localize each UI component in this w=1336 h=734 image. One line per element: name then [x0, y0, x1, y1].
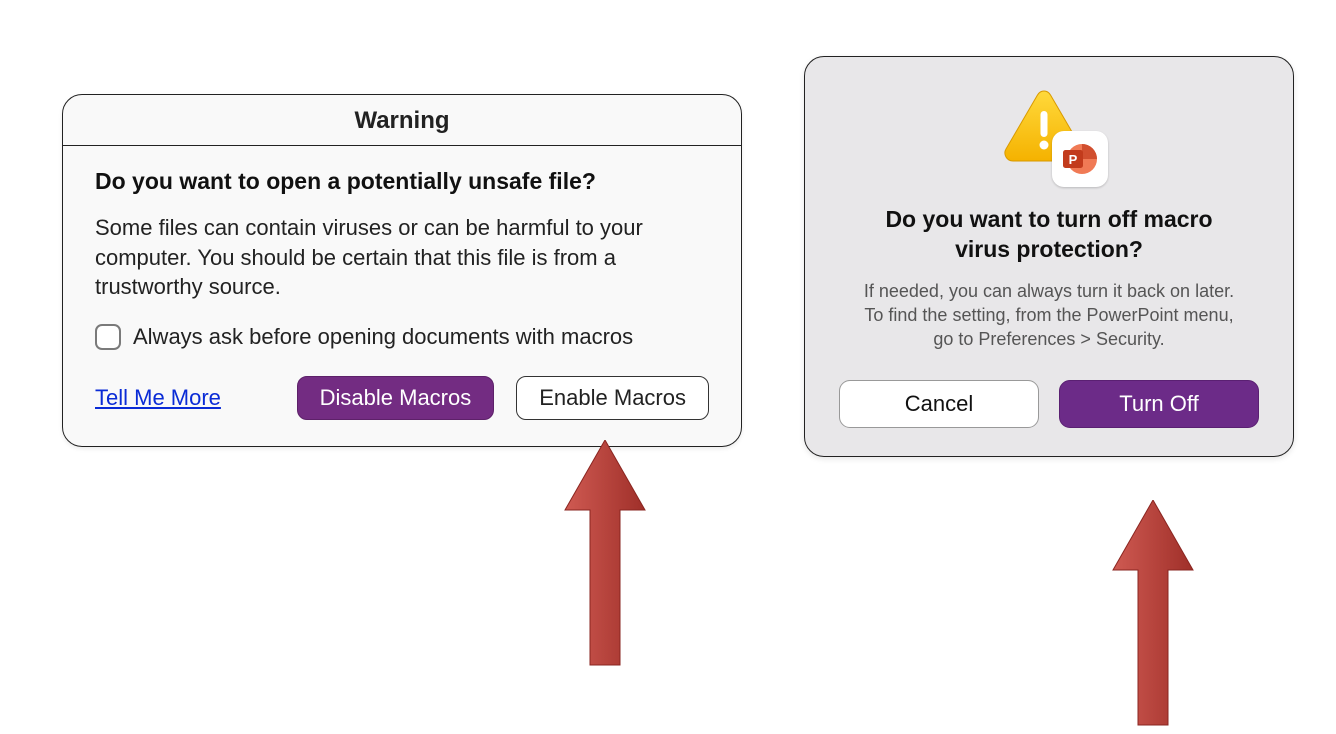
arrow-annotation-left	[550, 440, 660, 670]
dialog-footer: Tell Me More Disable Macros Enable Macro…	[95, 376, 709, 420]
powerpoint-letter: P	[1069, 152, 1078, 167]
arrow-annotation-right	[1098, 500, 1208, 730]
dialog-message: If needed, you can always turn it back o…	[863, 279, 1235, 352]
always-ask-row[interactable]: Always ask before opening documents with…	[95, 324, 709, 350]
dialog-heading: Do you want to open a potentially unsafe…	[95, 168, 709, 195]
tell-me-more-link[interactable]: Tell Me More	[95, 385, 221, 411]
enable-macros-button[interactable]: Enable Macros	[516, 376, 709, 420]
cancel-button[interactable]: Cancel	[839, 380, 1039, 428]
dialog-heading: Do you want to turn off macro virus prot…	[857, 205, 1241, 265]
always-ask-label: Always ask before opening documents with…	[133, 324, 633, 350]
warning-dialog: Warning Do you want to open a potentiall…	[62, 94, 742, 447]
always-ask-checkbox[interactable]	[95, 324, 121, 350]
disable-macros-button[interactable]: Disable Macros	[297, 376, 495, 420]
dialog-buttons: Cancel Turn Off	[833, 380, 1265, 428]
turn-off-button[interactable]: Turn Off	[1059, 380, 1259, 428]
macro-protection-dialog: P Do you want to turn off macro virus pr…	[804, 56, 1294, 457]
powerpoint-app-icon: P	[1052, 131, 1108, 187]
dialog-icon-stack: P	[994, 87, 1104, 187]
dialog-message: Some files can contain viruses or can be…	[95, 213, 709, 302]
dialog-title: Warning	[63, 95, 741, 146]
dialog-body: Do you want to open a potentially unsafe…	[63, 146, 741, 446]
